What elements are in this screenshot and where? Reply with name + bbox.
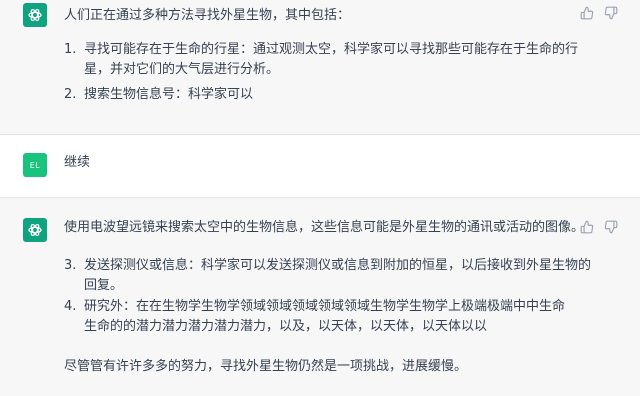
list-item: 3. 发送探测仪或信息：科学家可以发送探测仪或信息到附加的恒星，以后接收到外星生… bbox=[64, 256, 591, 296]
list-item-line: 发送探测仪或信息：科学家可以发送探测仪或信息到附加的恒星，以后接收到外星生物的 bbox=[84, 258, 592, 273]
list-item-number: 3. bbox=[64, 258, 77, 273]
assistant-list-1: 1. 寻找可能存在于生命的行星：通过观测太空，科学家可以寻找那些可能存在于生命的… bbox=[64, 40, 578, 105]
openai-logo-icon bbox=[23, 218, 47, 242]
thumbs-up-icon[interactable] bbox=[580, 220, 594, 234]
feedback-actions bbox=[580, 220, 618, 234]
assistant-message-2: 使用电波望远镜来搜索太空中的生物信息，这些信息可能是外星生物的通讯或活动的图像。… bbox=[0, 198, 640, 396]
list-item: 2. 搜索生物信息号：科学家可以 bbox=[64, 85, 578, 105]
list-item-number: 2. bbox=[64, 87, 77, 102]
openai-logo-icon bbox=[23, 3, 47, 27]
list-item: 4. 研究外：在在生物学生物学领域领域领域领域领域生物学生物学上极端极端中中生命… bbox=[64, 297, 591, 337]
assistant-list-2: 3. 发送探测仪或信息：科学家可以发送探测仪或信息到附加的恒星，以后接收到外星生… bbox=[64, 256, 591, 337]
user-message-text: 继续 bbox=[64, 155, 91, 170]
list-item-number: 1. bbox=[64, 42, 77, 57]
user-message: EL 继续 bbox=[0, 135, 640, 197]
thumbs-down-icon[interactable] bbox=[604, 6, 618, 20]
assistant-outro-text: 尽管管有许许多多的努力，寻找外星生物仍然是一项挑战，进展缓慢。 bbox=[64, 359, 468, 374]
thumbs-up-icon[interactable] bbox=[580, 6, 594, 20]
list-item-line: 搜索生物信息号：科学家可以 bbox=[84, 87, 254, 102]
assistant-intro-text: 人们正在通过多种方法寻找外星生物，其中包括： bbox=[64, 8, 351, 23]
assistant-message-1: 人们正在通过多种方法寻找外星生物，其中包括： 1. 寻找可能存在于生命的行星：通… bbox=[0, 0, 640, 134]
user-avatar: EL bbox=[23, 153, 47, 177]
list-item-line: 研究外：在在生物学生物学领域领域领域领域领域生物学生物学上极端极端中中生命 bbox=[84, 299, 566, 314]
list-item-line: 星，并对它们的大气层进行分析。 bbox=[84, 62, 280, 77]
list-item-number: 4. bbox=[64, 299, 77, 314]
list-item-line: 回复。 bbox=[84, 278, 124, 293]
list-item: 1. 寻找可能存在于生命的行星：通过观测太空，科学家可以寻找那些可能存在于生命的… bbox=[64, 40, 578, 80]
list-item-line: 寻找可能存在于生命的行星：通过观测太空，科学家可以寻找那些可能存在于生命的行 bbox=[84, 42, 579, 57]
list-item-line: 生命的的潜力潜力潜力潜力潜力，以及，以天体，以天体，以天体以以 bbox=[84, 319, 488, 334]
feedback-actions bbox=[580, 6, 618, 20]
assistant-intro-text: 使用电波望远镜来搜索太空中的生物信息，这些信息可能是外星生物的通讯或活动的图像。 bbox=[64, 220, 585, 235]
thumbs-down-icon[interactable] bbox=[604, 220, 618, 234]
